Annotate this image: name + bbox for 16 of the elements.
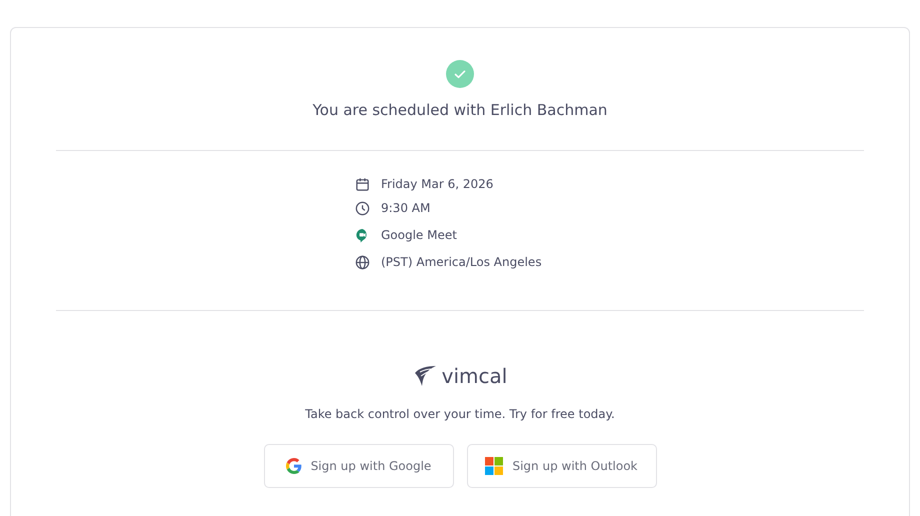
detail-text: 9:30 AM xyxy=(381,201,430,215)
google-signup-button[interactable]: Sign up with Google xyxy=(264,444,454,488)
check-icon xyxy=(446,60,474,88)
google-icon xyxy=(286,458,302,474)
calendar-icon xyxy=(355,176,370,192)
windows-logo-icon xyxy=(485,457,504,475)
globe-icon xyxy=(355,254,370,270)
detail-text: Friday Mar 6, 2026 xyxy=(381,177,494,191)
tagline: Take back control over your time. Try for free today. xyxy=(305,407,615,421)
detail-text: Google Meet xyxy=(381,228,457,242)
clock-icon xyxy=(355,200,370,216)
logo-icon xyxy=(412,365,437,387)
outlook-signup-button[interactable]: Sign up with Outlook xyxy=(466,444,656,488)
detail-text: (PST) America/Los Angeles xyxy=(381,255,542,269)
brand-name: vimcal xyxy=(442,364,508,388)
confirmation-title: You are scheduled with Erlich Bachman xyxy=(312,101,608,119)
